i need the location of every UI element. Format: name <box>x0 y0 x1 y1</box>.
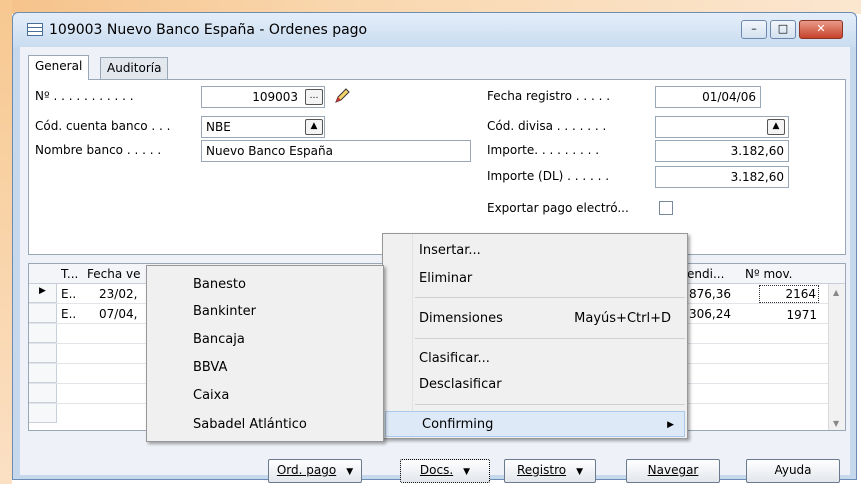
close-button[interactable]: ✕ <box>799 20 843 39</box>
submenu-item-bankinter[interactable]: Bankinter <box>147 299 383 325</box>
row-selector[interactable] <box>29 364 57 383</box>
window-title: 109003 Nuevo Banco España - Ordenes pago <box>49 22 368 38</box>
title-bar[interactable]: 109003 Nuevo Banco España - Ordenes pago… <box>13 13 856 47</box>
ayuda-button[interactable]: Ayuda <box>746 459 840 483</box>
form-icon <box>27 23 43 36</box>
cell-tipo[interactable]: E.. <box>61 287 76 301</box>
column-header-fecha[interactable]: Fecha ve <box>87 267 140 281</box>
submenu-item-sabadel-atlantico[interactable]: Sabadel Atlántico <box>147 412 383 438</box>
ord-pago-label: Ord. pago <box>276 463 337 477</box>
ord-pago-button[interactable]: Ord. pago ▼ <box>268 459 362 483</box>
row-selector[interactable]: ▶ <box>29 284 57 303</box>
importe-label: Importe. . . . . . . . . <box>487 143 600 157</box>
menu-item-desclasificar[interactable]: Desclasificar <box>383 372 687 398</box>
menu-item-label: Dimensiones <box>419 311 503 326</box>
cuenta-banco-label: Cód. cuenta banco . . . <box>35 119 171 133</box>
confirming-submenu: Banesto Bankinter Bancaja BBVA Caixa Sab… <box>146 265 384 442</box>
menu-item-confirming[interactable]: Confirming ▶ <box>385 411 685 437</box>
ayuda-label: Ayuda <box>774 463 812 477</box>
dropdown-arrow-icon: ▼ <box>346 467 354 477</box>
registro-button[interactable]: Registro ▼ <box>504 459 596 483</box>
dropdown-arrow-icon: ▼ <box>576 467 584 477</box>
cod-divisa-label: Cód. divisa . . . . . . . <box>487 119 607 133</box>
menu-item-label: Clasificar... <box>419 351 490 366</box>
dropdown-arrow-icon: ▼ <box>463 467 471 477</box>
importe-dl-field[interactable]: 3.182,60 <box>655 166 789 188</box>
cell-num-mov[interactable]: 1971 <box>759 307 819 323</box>
cell-num-mov[interactable]: 2164 <box>759 285 819 303</box>
fecha-registro-field[interactable]: 01/04/06 <box>655 86 761 108</box>
menu-item-label: Desclasificar <box>419 377 502 392</box>
exportar-pago-checkbox[interactable] <box>659 201 673 215</box>
submenu-item-bbva[interactable]: BBVA <box>147 355 383 381</box>
scroll-up-icon[interactable]: ▲ <box>833 288 839 297</box>
menu-gutter <box>383 234 413 438</box>
menu-item-label: Insertar... <box>419 243 481 258</box>
menu-separator <box>415 404 685 405</box>
cell-fecha[interactable]: 23/02, <box>99 287 137 301</box>
submenu-item-caixa[interactable]: Caixa <box>147 383 383 409</box>
importe-field[interactable]: 3.182,60 <box>655 140 789 162</box>
fecha-registro-label: Fecha registro . . . . . <box>487 89 611 103</box>
column-header-pendiente[interactable]: endi... <box>687 267 724 281</box>
menu-shortcut: Mayús+Ctrl+D <box>574 311 671 326</box>
importe-dl-label: Importe (DL) . . . . . . <box>487 169 610 183</box>
submenu-item-banesto[interactable]: Banesto <box>147 272 383 298</box>
menu-item-dimensiones[interactable]: Dimensiones Mayús+Ctrl+D <box>383 306 687 332</box>
cell-fecha[interactable]: 07/04, <box>99 307 137 321</box>
docs-label: Docs. <box>419 463 454 477</box>
cuenta-lookup-button[interactable]: ▲ <box>305 119 323 135</box>
menu-item-label: Confirming <box>422 417 494 432</box>
tab-general[interactable]: General <box>28 55 90 80</box>
cell-tipo[interactable]: E.. <box>61 307 76 321</box>
menu-separator <box>415 297 685 298</box>
divisa-lookup-button[interactable]: ▲ <box>767 119 785 135</box>
pencil-icon[interactable] <box>333 87 351 105</box>
cell-pendiente[interactable]: 876,36 <box>689 287 731 301</box>
menu-item-clasificar[interactable]: Clasificar... <box>383 346 687 372</box>
registro-label: Registro <box>516 463 567 477</box>
vertical-scrollbar[interactable]: ▲ ▼ <box>828 284 845 430</box>
navegar-button[interactable]: Navegar <box>626 459 720 483</box>
exportar-pago-label: Exportar pago electró... <box>487 201 629 215</box>
navegar-label: Navegar <box>647 463 699 477</box>
docs-button[interactable]: Docs. ▼ <box>400 459 490 483</box>
row-selector[interactable] <box>29 344 57 363</box>
background-stripe-left <box>0 0 12 484</box>
column-header-tipo[interactable]: T... <box>61 267 78 281</box>
column-header-num-mov[interactable]: Nº mov. <box>745 267 792 281</box>
row-selector[interactable] <box>29 384 57 403</box>
nombre-banco-label: Nombre banco . . . . . <box>35 143 162 157</box>
general-panel: Nº . . . . . . . . . . . 109003 … Cód. c… <box>28 79 846 255</box>
scroll-down-icon[interactable]: ▼ <box>833 419 839 428</box>
menu-item-eliminar[interactable]: Eliminar <box>383 266 687 292</box>
nombre-banco-field[interactable]: Nuevo Banco España <box>201 140 471 162</box>
tab-auditoria[interactable]: Auditoría <box>100 57 169 79</box>
menu-separator <box>415 338 685 339</box>
submenu-item-bancaja[interactable]: Bancaja <box>147 327 383 353</box>
submenu-arrow-icon: ▶ <box>667 420 674 430</box>
assist-edit-button[interactable]: … <box>305 89 323 105</box>
menu-item-label: Eliminar <box>419 271 473 286</box>
menu-item-insertar[interactable]: Insertar... <box>383 238 687 264</box>
docs-menu: Insertar... Eliminar Dimensiones Mayús+Ct… <box>382 233 688 439</box>
cell-pendiente[interactable]: 306,24 <box>689 307 731 321</box>
minimize-button[interactable]: – <box>741 20 767 39</box>
row-selector[interactable] <box>29 324 57 343</box>
row-selector[interactable] <box>29 404 57 423</box>
no-label: Nº . . . . . . . . . . . <box>35 89 134 103</box>
maximize-button[interactable]: □ <box>770 20 796 39</box>
row-selector[interactable] <box>29 304 57 323</box>
